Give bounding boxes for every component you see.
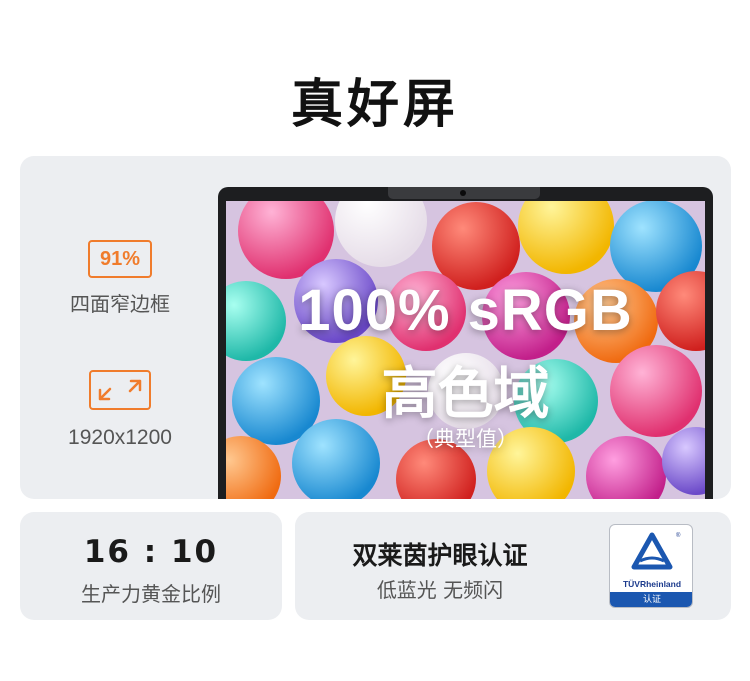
page-title: 真好屏 xyxy=(290,75,459,135)
camera-icon xyxy=(460,190,466,196)
eye-care-panel: 双莱茵护眼认证 低蓝光 无频闪 ® TÜVRheinland 认证 xyxy=(295,512,731,620)
typical-value-note: （典型值） xyxy=(413,427,518,451)
camera-bar xyxy=(388,187,540,199)
eye-care-title: 双莱茵护眼认证 xyxy=(352,541,528,570)
ratio-panel: 16 : 10 生产力黄金比例 xyxy=(20,512,282,620)
aspect-ratio-value: 16 : 10 xyxy=(83,534,219,570)
eye-care-subtitle: 低蓝光 无频闪 xyxy=(376,578,504,602)
gamut-headline: 高色域 xyxy=(381,362,550,427)
svg-text:®: ® xyxy=(676,532,681,539)
bezel-label: 四面窄边框 xyxy=(70,292,170,316)
screen-image: 100% sRGB 高色域 （典型值） xyxy=(226,201,705,499)
bezel-feature: 91% 四面窄边框 xyxy=(20,240,220,317)
expand-arrows-icon xyxy=(89,370,151,410)
resolution-feature: 1920x1200 xyxy=(20,370,220,450)
laptop-screen: 100% sRGB 高色域 （典型值） xyxy=(218,187,713,499)
display-panel: 91% 四面窄边框 1920x1200 100% sRGB 高色域 （典型值） xyxy=(20,156,731,499)
resolution-label: 1920x1200 xyxy=(68,426,172,449)
bezel-badge: 91% xyxy=(88,240,152,278)
aspect-ratio-label: 生产力黄金比例 xyxy=(81,582,221,606)
tuv-brand-text: TÜVRheinland xyxy=(622,579,682,589)
tuv-rheinland-logo: ® TÜVRheinland 认证 xyxy=(609,524,693,608)
tuv-triangle-icon: ® xyxy=(631,532,681,570)
srgb-headline: 100% sRGB xyxy=(298,278,633,343)
tuv-cert-text: 认证 xyxy=(610,592,692,607)
